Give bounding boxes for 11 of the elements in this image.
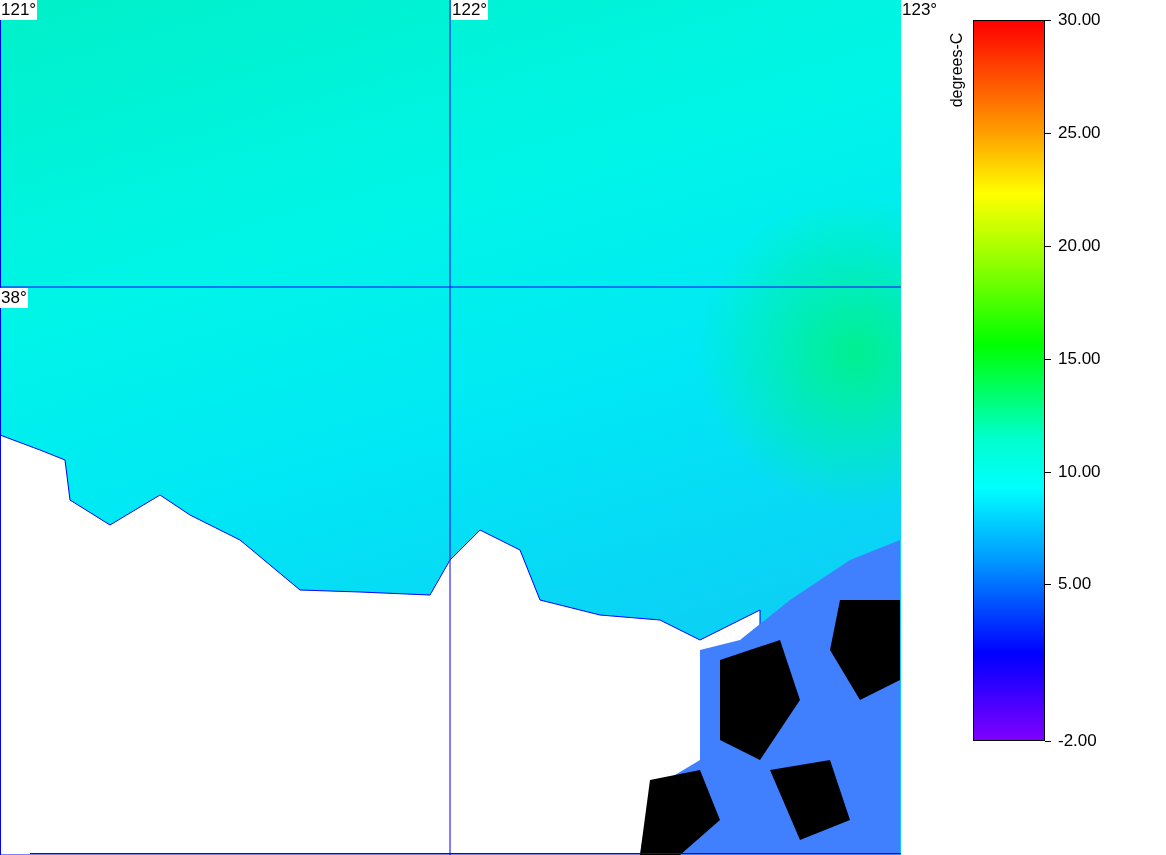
colorbar-tick-label: 5.00 xyxy=(1058,574,1092,594)
unit-label: degrees-C xyxy=(947,31,966,110)
colorbar-tick-label: 20.00 xyxy=(1058,236,1101,256)
latitude-label: 38° xyxy=(0,288,28,308)
longitude-label: 122° xyxy=(451,0,489,20)
longitude-label: 121° xyxy=(0,0,38,20)
colorbar-tick-label: 25.00 xyxy=(1058,123,1101,143)
colorbar-tick-label: -2.00 xyxy=(1058,731,1097,751)
colorbar-tick-label: 10.00 xyxy=(1058,462,1101,482)
colorbar-tick-label: 15.00 xyxy=(1058,349,1101,369)
colorbar-tick-label: 30.00 xyxy=(1058,10,1101,30)
